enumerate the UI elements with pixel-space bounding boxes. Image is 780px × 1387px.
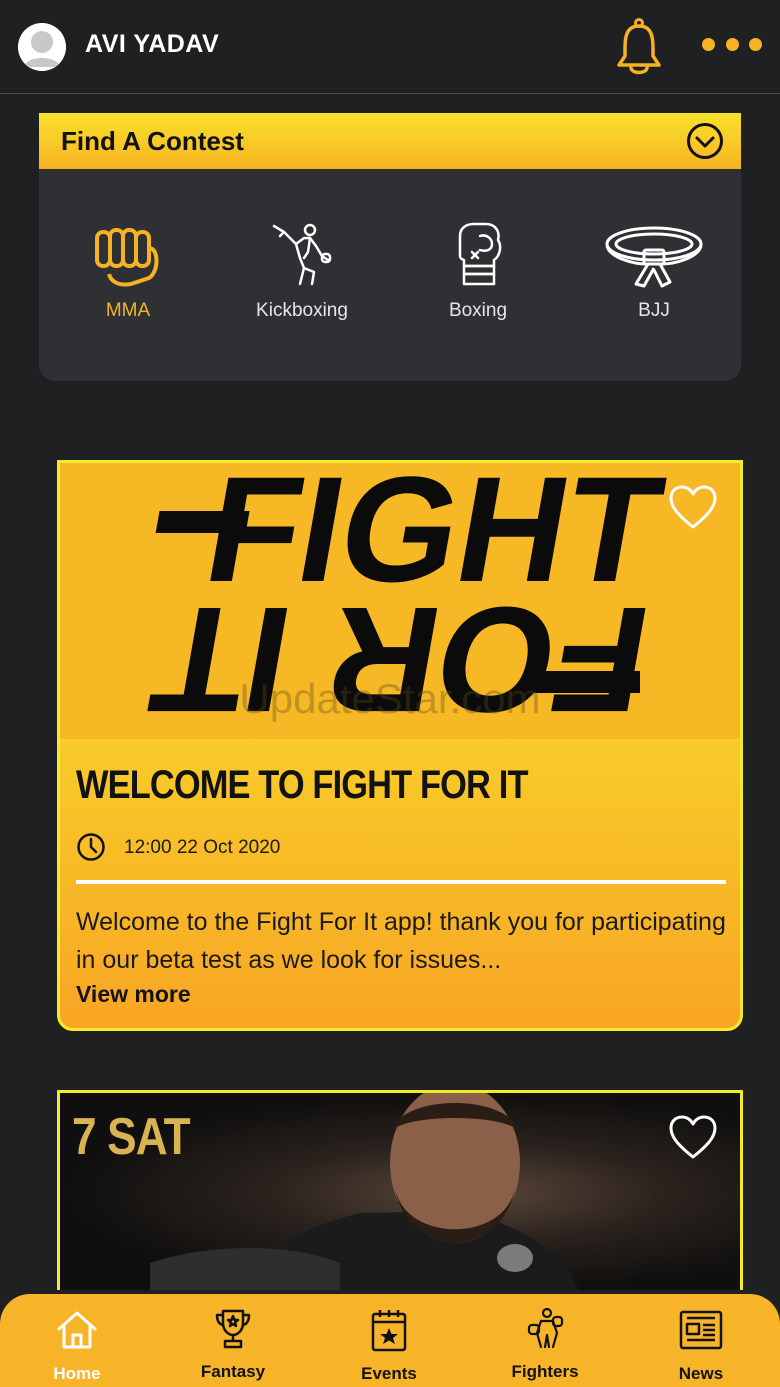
nav-label-events: Events <box>361 1364 417 1383</box>
bottom-nav: Home Fantasy Events Fighters News <box>0 1294 780 1387</box>
username: AVI YADAV <box>85 30 220 58</box>
nav-label-fighters: Fighters <box>511 1362 579 1381</box>
newspaper-icon <box>646 1308 756 1352</box>
watermark: UpdateStar.com <box>239 675 540 722</box>
calendar-star-icon <box>334 1308 444 1352</box>
sport-label-kickboxing: Kickboxing <box>256 300 348 321</box>
heart-outline-icon[interactable] <box>668 1115 718 1161</box>
trophy-icon <box>178 1306 288 1350</box>
app-screen: AVI YADAV Find A Contest MMA Kickboxing … <box>0 0 780 1387</box>
event-day-label: 7 SAT <box>72 1108 191 1166</box>
nav-events[interactable]: Events <box>334 1308 444 1384</box>
sport-boxing[interactable]: Boxing <box>408 218 548 322</box>
chevron-down-circle-icon[interactable] <box>686 122 724 160</box>
sport-label-boxing: Boxing <box>448 300 508 321</box>
news-card[interactable]: FIGHT FOR IT UpdateStar.com WELCOME TO F… <box>57 460 743 1031</box>
kickboxer-icon <box>232 218 372 288</box>
fighter-icon <box>490 1306 600 1350</box>
user-avatar-icon[interactable] <box>18 23 66 71</box>
sport-bjj[interactable]: BJJ <box>584 218 724 322</box>
bell-icon[interactable] <box>614 16 664 78</box>
find-contest-header[interactable]: Find A Contest <box>39 113 741 169</box>
app-header: AVI YADAV <box>0 0 780 94</box>
belt-icon <box>584 218 724 288</box>
boxing-glove-icon <box>408 218 548 288</box>
nav-home[interactable]: Home <box>22 1308 132 1384</box>
nav-label-fantasy: Fantasy <box>200 1362 266 1381</box>
news-card-image: FIGHT FOR IT UpdateStar.com <box>60 463 740 739</box>
nav-news[interactable]: News <box>646 1308 756 1384</box>
heart-outline-icon[interactable] <box>668 485 718 531</box>
find-contest-title: Find A Contest <box>61 126 244 156</box>
sport-label-mma: MMA <box>105 300 151 321</box>
fist-icon <box>58 218 198 288</box>
clock-icon <box>76 832 106 862</box>
news-card-time: 12:00 22 Oct 2020 <box>124 837 281 858</box>
nav-fantasy[interactable]: Fantasy <box>178 1306 288 1382</box>
sport-mma[interactable]: MMA <box>58 218 198 322</box>
home-icon <box>22 1308 132 1352</box>
find-contest-panel: Find A Contest MMA Kickboxing Boxing BJJ <box>39 113 741 381</box>
news-card-title: WELCOME TO FIGHT FOR IT <box>76 763 528 807</box>
fight-for-it-logo: FIGHT FOR IT UpdateStar.com <box>60 463 740 739</box>
news-card-divider <box>76 880 726 884</box>
more-dots-icon[interactable] <box>702 38 762 54</box>
news-card-description: Welcome to the Fight For It app! thank y… <box>76 908 726 974</box>
nav-label-home: Home <box>53 1364 101 1383</box>
news-card[interactable]: 7 SAT <box>57 1090 743 1290</box>
nav-fighters[interactable]: Fighters <box>490 1306 600 1382</box>
sport-kickboxing[interactable]: Kickboxing <box>232 218 372 322</box>
view-more-link[interactable]: View more <box>76 981 191 1008</box>
sport-label-bjj: BJJ <box>638 300 670 321</box>
nav-label-news: News <box>678 1364 724 1383</box>
